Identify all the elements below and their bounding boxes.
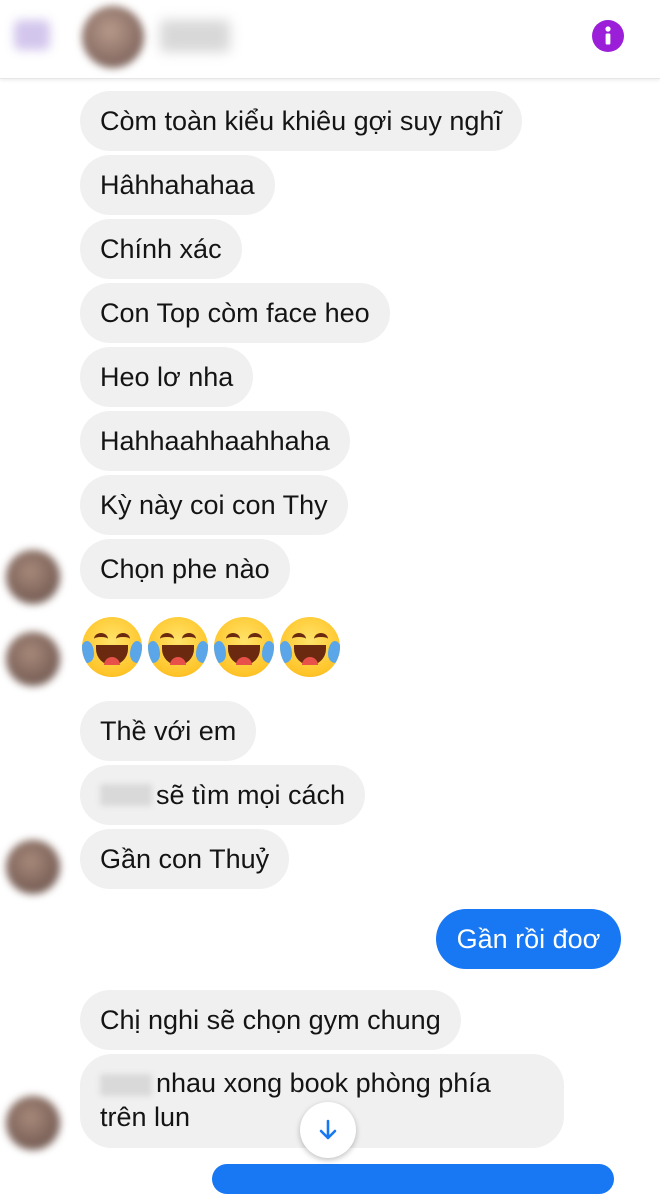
sender-avatar[interactable] — [6, 1096, 60, 1150]
face-with-tears-of-joy-emoji — [214, 617, 274, 677]
received-message[interactable]: Gần con Thuỷ — [80, 829, 290, 889]
sender-avatar[interactable] — [6, 550, 60, 604]
scroll-to-bottom-button[interactable] — [300, 1102, 356, 1158]
info-icon[interactable] — [592, 20, 624, 52]
message-text: Hahhaahhaahhaha — [100, 425, 330, 456]
received-message[interactable]: Chọn phe nào — [80, 539, 290, 599]
received-message[interactable]: Hahhaahhaahhaha — [80, 411, 350, 471]
received-message[interactable]: Chính xác — [80, 219, 242, 279]
received-message[interactable]: Con Top còm face heo — [80, 283, 390, 343]
received-message[interactable]: sẽ tìm mọi cách — [80, 765, 366, 825]
message-text: Thề với em — [100, 715, 237, 746]
message-text: Hâhhahahaa — [100, 169, 255, 200]
contact-avatar[interactable] — [82, 6, 144, 68]
message-list[interactable]: Còm toàn kiểu khiêu gợi suy nghĩ Hâhhaha… — [0, 0, 660, 1194]
conversation-header — [0, 0, 660, 79]
redacted-name — [100, 1073, 152, 1096]
message-text: Kỳ này coi con Thy — [100, 489, 328, 520]
face-with-tears-of-joy-emoji — [82, 617, 142, 677]
redacted-name — [100, 784, 152, 806]
message-text: Heo lơ nha — [100, 361, 234, 392]
received-message[interactable]: Thề với em — [80, 701, 257, 761]
message-text: Chị nghi sẽ chọn gym chung — [100, 1004, 441, 1035]
received-message[interactable]: Kỳ này coi con Thy — [80, 475, 348, 535]
received-message[interactable]: Chị nghi sẽ chọn gym chung — [80, 990, 461, 1050]
sender-avatar[interactable] — [6, 632, 60, 686]
message-text: sẽ tìm mọi cách — [156, 779, 346, 810]
received-message[interactable]: Còm toàn kiểu khiêu gợi suy nghĩ — [80, 91, 522, 151]
arrow-down-icon — [319, 1119, 337, 1140]
face-with-tears-of-joy-emoji — [280, 617, 340, 677]
message-text: Chọn phe nào — [100, 553, 270, 584]
message-text: nhau xong book phòng phía trên lun — [100, 1068, 491, 1132]
message-text: Chính xác — [100, 233, 222, 264]
contact-name-redacted[interactable] — [160, 20, 230, 52]
partial-sent-message — [212, 1164, 614, 1194]
sender-avatar[interactable] — [6, 840, 60, 894]
received-message[interactable]: Heo lơ nha — [80, 347, 254, 407]
message-text: Gần rồi đoơ — [456, 923, 601, 954]
back-arrow-icon[interactable] — [14, 20, 50, 50]
message-text: Con Top còm face heo — [100, 297, 370, 328]
received-message[interactable]: Hâhhahahaa — [80, 155, 275, 215]
face-with-tears-of-joy-emoji — [148, 617, 208, 677]
emoji-message[interactable] — [82, 617, 340, 683]
message-text: Còm toàn kiểu khiêu gợi suy nghĩ — [100, 105, 502, 136]
message-text: Gần con Thuỷ — [100, 843, 270, 874]
sent-message[interactable]: Gần rồi đoơ — [436, 909, 621, 969]
